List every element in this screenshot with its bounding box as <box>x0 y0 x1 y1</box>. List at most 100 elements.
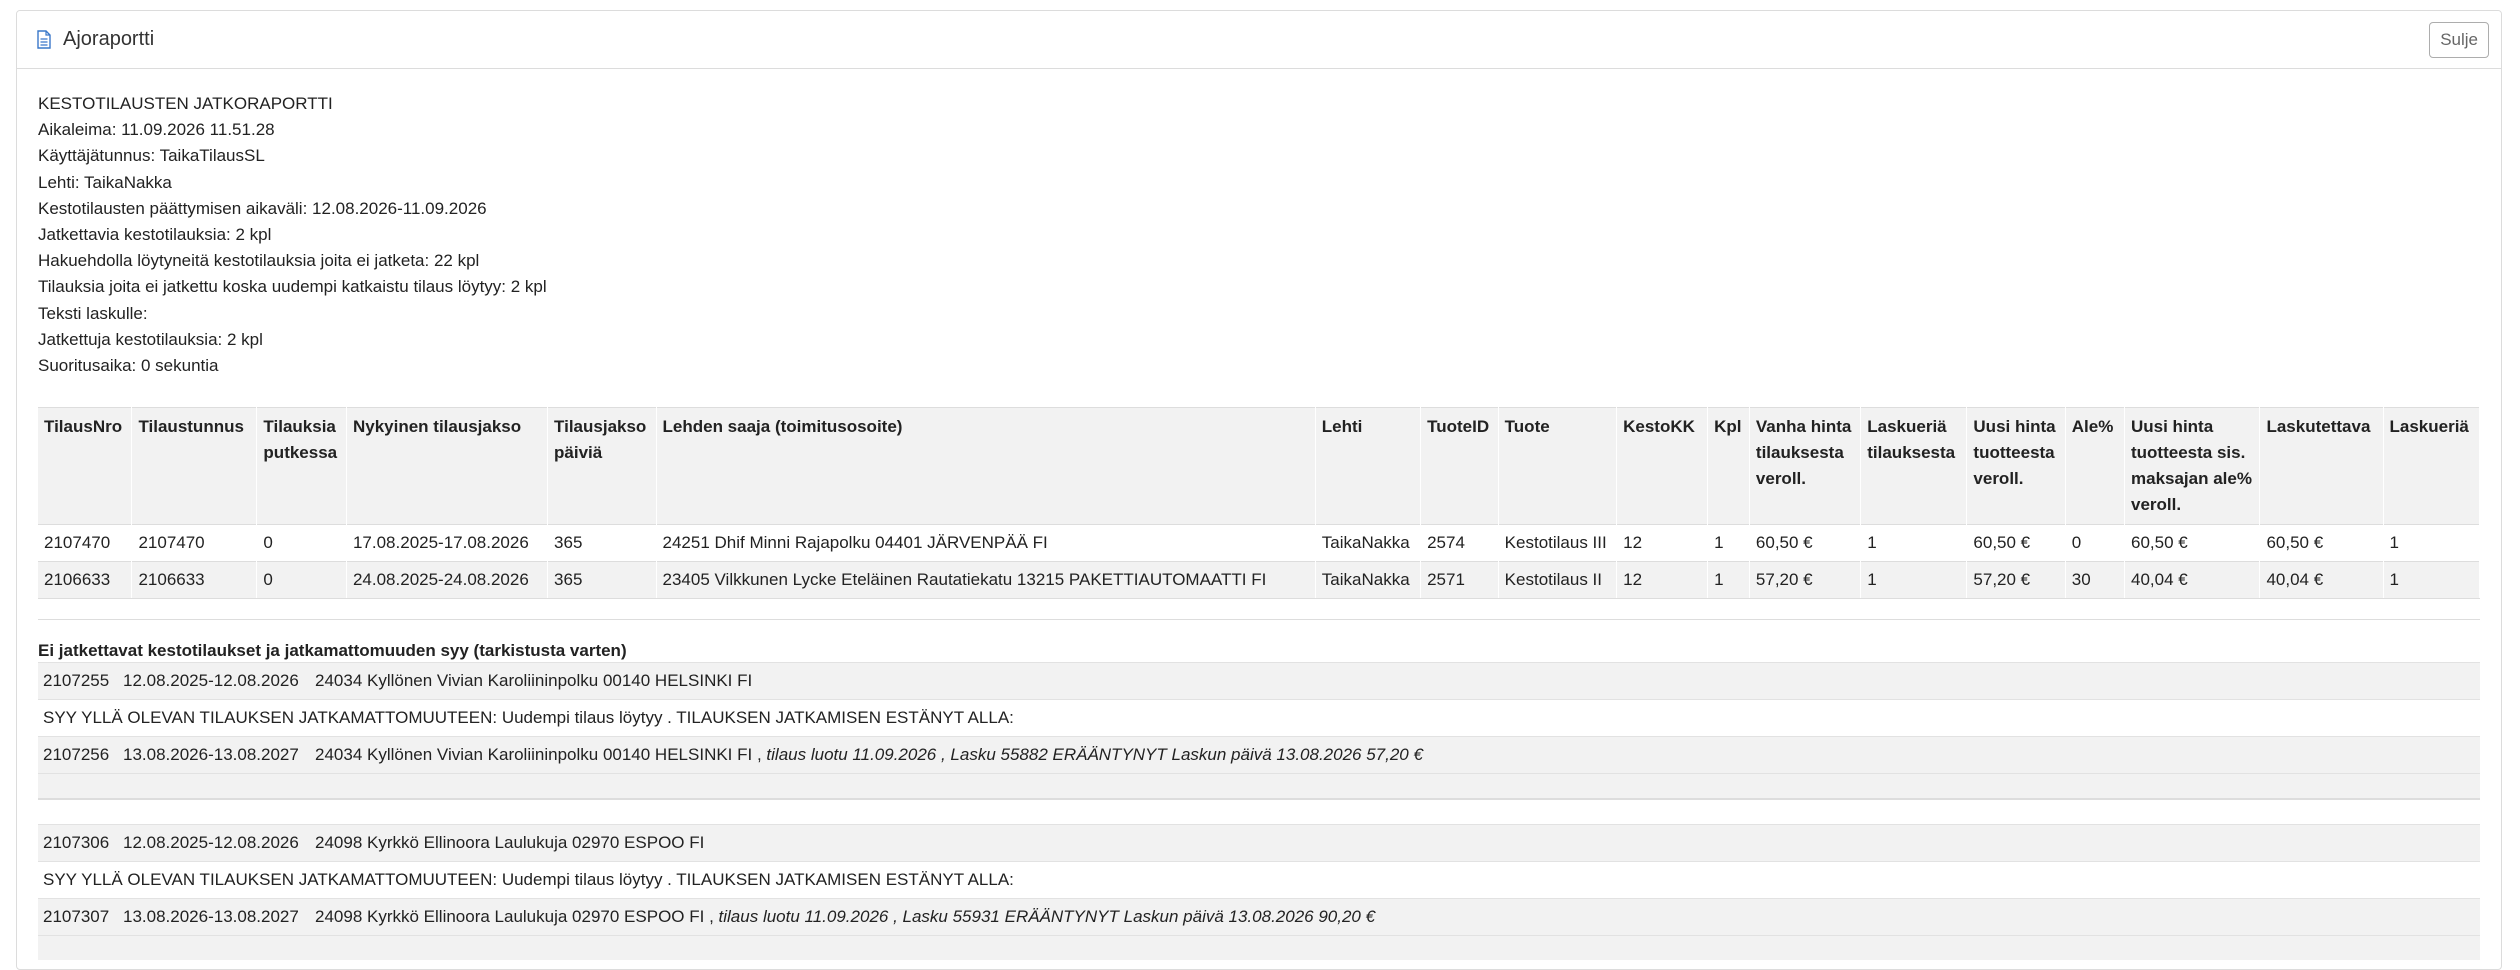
cell-product: Kestotilaus II <box>1498 561 1618 600</box>
panel-title: Ajoraportti <box>37 28 154 51</box>
cell-old-installments: 1 <box>1860 561 1968 600</box>
skipped-orders-table: 2107255 12.08.2025-12.08.2026 24034 Kyll… <box>38 662 2480 961</box>
cell-current-period: 24.08.2025-24.08.2026 <box>346 561 549 600</box>
col-header: Nykyinen tilausjakso <box>346 407 549 525</box>
info-continued-count: Jatkettuja kestotilauksia: 2 kpl <box>38 329 263 349</box>
cell-in-pipeline: 0 <box>256 524 347 562</box>
col-header: Tilausjakso päiviä <box>547 407 657 525</box>
col-header: Ale% <box>2065 407 2126 525</box>
cell-discount: 30 <box>2065 561 2126 600</box>
continued-orders-table: TilausNro Tilaustunnus Tilauksia putkess… <box>38 407 2480 600</box>
cell-order-id: 2107470 <box>131 524 258 562</box>
cell-new-price-discounted: 60,50 € <box>2124 524 2261 562</box>
cell-installments: 1 <box>2383 561 2480 600</box>
skip-reason-row: SYY YLLÄ OLEVAN TILAUKSEN JATKAMATTOMUUT… <box>38 699 2480 737</box>
skipped-section-title: Ei jatkettavat kestotilaukset ja jatkama… <box>38 641 627 661</box>
cell-old-price: 57,20 € <box>1749 561 1862 600</box>
skipped-order-recipient: 24098 Kyrkkö Ellinoora Laulukuja 02970 E… <box>310 824 2480 862</box>
skipped-order-number: 2107255 <box>38 662 118 700</box>
skipped-order-row: 2107306 12.08.2025-12.08.2026 24098 Kyrk… <box>38 824 2480 862</box>
cell-paper: TaikaNakka <box>1315 561 1422 600</box>
blocking-order-note: tilaus luotu 11.09.2026 , Lasku 55931 ER… <box>718 907 1376 927</box>
report-title: KESTOTILAUSTEN JATKORAPORTTI <box>38 94 333 113</box>
info-runtime: Suoritusaika: 0 sekuntia <box>38 356 219 376</box>
col-header: Tuote <box>1498 407 1618 525</box>
col-header: Lehti <box>1315 407 1422 525</box>
cell-duration-months: 12 <box>1616 561 1709 600</box>
info-not-continued-count: Hakuehdolla löytyneitä kestotilauksia jo… <box>38 251 480 271</box>
document-icon <box>37 30 51 49</box>
info-date-range: Kestotilausten päättymisen aikaväli: 12.… <box>38 198 487 218</box>
cell-old-price: 60,50 € <box>1749 524 1862 562</box>
blocking-order-row: 2107307 13.08.2026-13.08.2027 24098 Kyrk… <box>38 898 2480 936</box>
cell-order-number: 2107470 <box>38 524 133 562</box>
info-username: Käyttäjätunnus: TaikaTilausSL <box>38 146 265 166</box>
table-row: 2106633 2106633 0 24.08.2025-24.08.2026 … <box>38 561 2480 600</box>
skip-reason-row: SYY YLLÄ OLEVAN TILAUKSEN JATKAMATTOMUUT… <box>38 861 2480 899</box>
cell-product: Kestotilaus III <box>1498 524 1618 562</box>
table-row: 2107470 2107470 0 17.08.2025-17.08.2026 … <box>38 524 2480 562</box>
blocking-order-row: 2107256 13.08.2026-13.08.2027 24034 Kyll… <box>38 736 2480 774</box>
close-button[interactable]: Sulje <box>2429 21 2489 58</box>
panel-body: KESTOTILAUSTEN JATKORAPORTTI Aikaleima: … <box>17 69 2501 961</box>
cell-quantity: 1 <box>1707 561 1750 600</box>
cell-recipient: 24251 Dhif Minni Rajapolku 04401 JÄRVENP… <box>656 524 1316 562</box>
blocking-order-number: 2107256 <box>38 736 118 774</box>
cell-paper: TaikaNakka <box>1315 524 1422 562</box>
col-header: Tilauksia putkessa <box>256 407 347 525</box>
blocking-order-details: 24034 Kyllönen Vivian Karoliininpolku 00… <box>310 736 2480 774</box>
group-spacer <box>38 935 2480 961</box>
skip-reason-text: SYY YLLÄ OLEVAN TILAUKSEN JATKAMATTOMUUT… <box>38 699 2480 737</box>
info-continuable-count: Jatkettavia kestotilauksia: 2 kpl <box>38 225 272 245</box>
cell-period-days: 365 <box>547 561 657 600</box>
skipped-order-recipient: 24034 Kyllönen Vivian Karoliininpolku 00… <box>310 662 2480 700</box>
info-newer-found-count: Tilauksia joita ei jatkettu koska uudemp… <box>38 277 547 297</box>
cell-quantity: 1 <box>1707 524 1750 562</box>
group-divider <box>38 798 2480 825</box>
report-info: KESTOTILAUSTEN JATKORAPORTTI Aikaleima: … <box>38 91 2480 379</box>
col-header: Laskueriä tilauksesta <box>1860 407 1968 525</box>
panel-header: Ajoraportti Sulje <box>17 11 2501 69</box>
cell-product-id: 2574 <box>1420 524 1499 562</box>
group-spacer <box>38 773 2480 800</box>
report-panel: Ajoraportti Sulje KESTOTILAUSTEN JATKORA… <box>16 10 2502 970</box>
blocking-order-note: tilaus luotu 11.09.2026 , Lasku 55882 ER… <box>766 745 1423 765</box>
blocking-order-details: 24098 Kyrkkö Ellinoora Laulukuja 02970 E… <box>310 898 2480 936</box>
cell-current-period: 17.08.2025-17.08.2026 <box>346 524 549 562</box>
col-header: Uusi hinta tuotteesta veroll. <box>1966 407 2066 525</box>
table-header-row: TilausNro Tilaustunnus Tilauksia putkess… <box>38 407 2480 525</box>
cell-duration-months: 12 <box>1616 524 1709 562</box>
cell-order-id: 2106633 <box>131 561 258 600</box>
cell-old-installments: 1 <box>1860 524 1968 562</box>
cell-installments: 1 <box>2383 524 2480 562</box>
cell-in-pipeline: 0 <box>256 561 347 600</box>
cell-new-price-discounted: 40,04 € <box>2124 561 2261 600</box>
cell-period-days: 365 <box>547 524 657 562</box>
info-paper: Lehti: TaikaNakka <box>38 172 172 192</box>
col-header: Laskueriä <box>2383 407 2480 525</box>
cell-new-price: 60,50 € <box>1966 524 2066 562</box>
panel-title-text: Ajoraportti <box>63 28 155 50</box>
info-timestamp: Aikaleima: 11.09.2026 11.51.28 <box>38 120 275 140</box>
col-header: Uusi hinta tuotteesta sis. maksajan ale%… <box>2124 407 2261 525</box>
cell-order-number: 2106633 <box>38 561 133 600</box>
info-invoice-text: Teksti laskulle: <box>38 303 148 323</box>
blocking-order-period: 13.08.2026-13.08.2027 <box>118 898 310 936</box>
col-header: KestoKK <box>1616 407 1709 525</box>
skipped-order-period: 12.08.2025-12.08.2026 <box>118 662 310 700</box>
col-header: TilausNro <box>38 407 133 525</box>
col-header: Kpl <box>1707 407 1750 525</box>
skip-reason-text: SYY YLLÄ OLEVAN TILAUKSEN JATKAMATTOMUUT… <box>38 861 2480 899</box>
section-divider <box>38 619 2480 621</box>
col-header: Laskutettava <box>2259 407 2384 525</box>
col-header: Vanha hinta tilauksesta veroll. <box>1749 407 1862 525</box>
cell-recipient: 23405 Vilkkunen Lycke Eteläinen Rautatie… <box>656 561 1316 600</box>
cell-billable: 60,50 € <box>2259 524 2384 562</box>
cell-discount: 0 <box>2065 524 2126 562</box>
cell-billable: 40,04 € <box>2259 561 2384 600</box>
skipped-order-period: 12.08.2025-12.08.2026 <box>118 824 310 862</box>
blocking-order-period: 13.08.2026-13.08.2027 <box>118 736 310 774</box>
blocking-order-recipient: 24098 Kyrkkö Ellinoora Laulukuja 02970 E… <box>315 907 714 927</box>
col-header: TuoteID <box>1420 407 1499 525</box>
col-header: Tilaustunnus <box>131 407 258 525</box>
